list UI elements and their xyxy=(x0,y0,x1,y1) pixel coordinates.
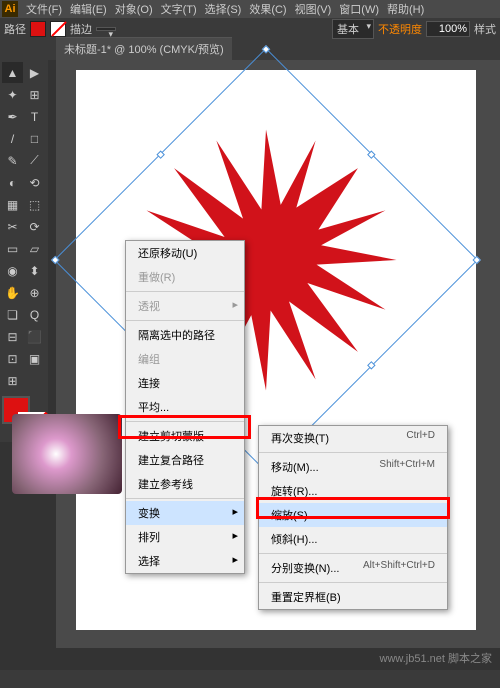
sub-reset-bbox[interactable]: 重置定界框(B) xyxy=(259,585,447,609)
document-tab[interactable]: 未标题-1* @ 100% (CMYK/预览) xyxy=(56,37,232,60)
paintbrush-tool[interactable]: ✎ xyxy=(2,150,23,171)
ctx-select[interactable]: 选择 xyxy=(126,549,244,573)
app-logo-icon: Ai xyxy=(2,1,18,17)
menu-window[interactable]: 窗口(W) xyxy=(335,1,383,17)
menu-type[interactable]: 文字(T) xyxy=(157,1,201,17)
ctx-group: 编组 xyxy=(126,347,244,371)
symbol-tool[interactable]: ❏ xyxy=(2,304,23,325)
opacity-label: 不透明度 xyxy=(378,21,422,37)
highlight-transform xyxy=(118,415,251,439)
ctx-isolate[interactable]: 隔离选中的路径 xyxy=(126,323,244,347)
artboard-tool[interactable]: ⊟ xyxy=(2,326,23,347)
rotate-tool[interactable]: ▦ xyxy=(2,194,23,215)
menu-view[interactable]: 视图(V) xyxy=(291,1,336,17)
ctx-transform[interactable]: 变换 xyxy=(126,501,244,525)
line-tool[interactable]: / xyxy=(2,128,23,149)
resize-handle[interactable] xyxy=(472,256,480,264)
direct-selection-tool[interactable]: ▶ xyxy=(24,62,45,83)
blob-brush-tool[interactable]: ◐ xyxy=(2,172,23,193)
eyedropper-tool[interactable]: ✋ xyxy=(2,282,23,303)
ctx-make-guides[interactable]: 建立参考线 xyxy=(126,472,244,496)
mesh-tool[interactable]: ◉ xyxy=(2,260,23,281)
document-tab-bar: 未标题-1* @ 100% (CMYK/预览) xyxy=(0,40,500,60)
stroke-weight-select[interactable] xyxy=(96,27,116,31)
rectangle-tool[interactable]: □ xyxy=(24,128,45,149)
menu-help[interactable]: 帮助(H) xyxy=(383,1,428,17)
menu-edit[interactable]: 编辑(E) xyxy=(66,1,111,17)
context-menu: 还原移动(U) 重做(R) 透视 隔离选中的路径 编组 连接 平均... 建立剪… xyxy=(125,240,245,574)
sub-transform-again[interactable]: 再次变换(T)Ctrl+D xyxy=(259,426,447,450)
stroke-swatch[interactable] xyxy=(50,21,66,37)
style-label: 样式 xyxy=(474,21,496,37)
ctx-compound-path[interactable]: 建立复合路径 xyxy=(126,448,244,472)
highlight-scale xyxy=(256,497,450,519)
menu-file[interactable]: 文件(F) xyxy=(22,1,66,17)
lens-overlay-image xyxy=(12,414,122,494)
path-label: 路径 xyxy=(4,21,26,37)
menu-effect[interactable]: 效果(C) xyxy=(245,1,290,17)
stroke-label: 描边 xyxy=(70,21,92,37)
menu-bar: Ai 文件(F) 编辑(E) 对象(O) 文字(T) 选择(S) 效果(C) 视… xyxy=(0,0,500,18)
sub-move[interactable]: 移动(M)...Shift+Ctrl+M xyxy=(259,455,447,479)
pen-tool[interactable]: ✒ xyxy=(2,106,23,127)
blend-tool[interactable]: ⊕ xyxy=(24,282,45,303)
hand-tool[interactable]: ⊡ xyxy=(2,348,23,369)
tool-panel: ▲ ▶ ✦ ⊞ ✒ T / □ ✎ ⟋ ◐ ⟲ ▦ ⬚ ✂ ⟳ ▭ ▱ ◉ ⬍ … xyxy=(0,60,48,442)
shape-builder-tool[interactable]: ▭ xyxy=(2,238,23,259)
eraser-tool[interactable]: ⟲ xyxy=(24,172,45,193)
menu-object[interactable]: 对象(O) xyxy=(111,1,157,17)
graph-tool[interactable]: Q xyxy=(24,304,45,325)
type-tool[interactable]: T xyxy=(24,106,45,127)
free-transform-tool[interactable]: ⟳ xyxy=(24,216,45,237)
ctx-redo: 重做(R) xyxy=(126,265,244,289)
ctx-join[interactable]: 连接 xyxy=(126,371,244,395)
ctx-perspective: 透视 xyxy=(126,294,244,318)
magic-wand-tool[interactable]: ✦ xyxy=(2,84,23,105)
resize-handle[interactable] xyxy=(51,256,59,264)
ctx-undo[interactable]: 还原移动(U) xyxy=(126,241,244,265)
perspective-tool[interactable]: ▱ xyxy=(24,238,45,259)
lasso-tool[interactable]: ⊞ xyxy=(24,84,45,105)
selection-tool[interactable]: ▲ xyxy=(2,62,23,83)
opacity-input[interactable]: 100% xyxy=(426,21,470,37)
sub-transform-each[interactable]: 分别变换(N)...Alt+Shift+Ctrl+D xyxy=(259,556,447,580)
slice-tool[interactable]: ⬛ xyxy=(24,326,45,347)
fill-swatch[interactable] xyxy=(30,21,46,37)
status-bar xyxy=(0,670,500,688)
pencil-tool[interactable]: ⟋ xyxy=(24,150,45,171)
tool-extra[interactable]: ⊞ xyxy=(2,370,23,391)
ctx-arrange[interactable]: 排列 xyxy=(126,525,244,549)
menu-select[interactable]: 选择(S) xyxy=(201,1,246,17)
brush-select[interactable]: 基本 xyxy=(332,19,374,39)
width-tool[interactable]: ✂ xyxy=(2,216,23,237)
gradient-tool[interactable]: ⬍ xyxy=(24,260,45,281)
scale-tool[interactable]: ⬚ xyxy=(24,194,45,215)
zoom-tool[interactable]: ▣ xyxy=(24,348,45,369)
watermark: www.jb51.net 脚本之家 xyxy=(380,650,492,666)
sub-shear[interactable]: 倾斜(H)... xyxy=(259,527,447,551)
